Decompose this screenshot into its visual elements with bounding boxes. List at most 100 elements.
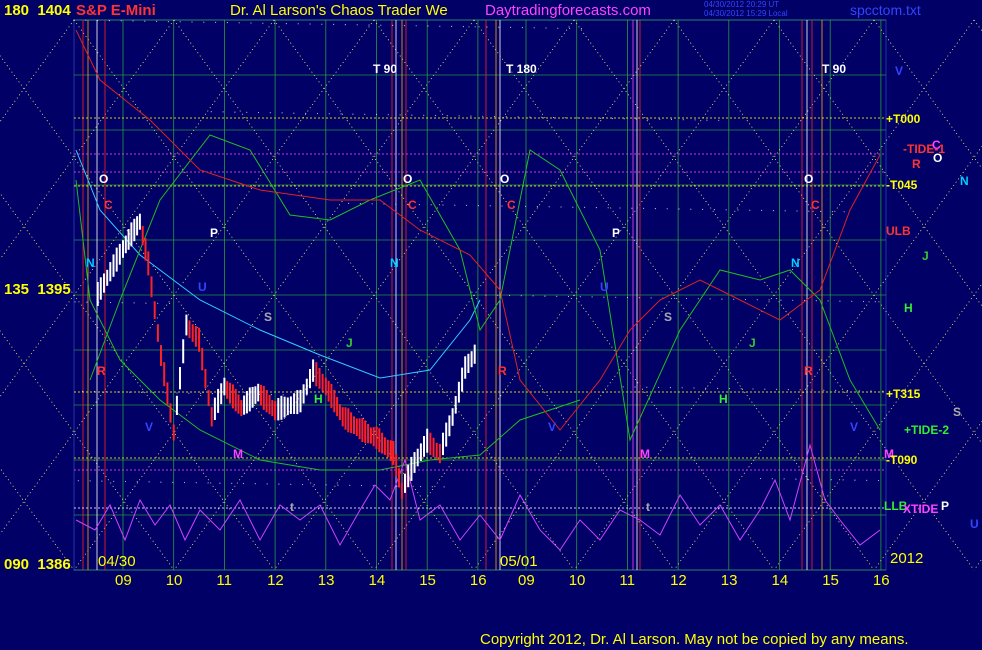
star-dot xyxy=(399,114,401,116)
star-dot xyxy=(843,211,845,213)
star-dot xyxy=(145,302,147,304)
star-dot xyxy=(321,23,323,25)
star-dot xyxy=(313,484,315,486)
star-dot xyxy=(427,25,429,27)
star-dot xyxy=(510,26,512,28)
right-label-s: S xyxy=(953,405,962,419)
star-dot xyxy=(882,390,884,392)
star-dot xyxy=(246,111,248,113)
star-dot xyxy=(183,481,186,484)
star-dot xyxy=(567,295,570,298)
star-dot xyxy=(328,113,330,115)
planet-marker-j: J xyxy=(346,336,353,350)
star-dot xyxy=(607,207,609,209)
star-dot xyxy=(638,297,640,299)
star-dot xyxy=(787,389,790,391)
right-label-p: P xyxy=(941,499,950,513)
star-dot xyxy=(109,301,112,304)
star-dot xyxy=(846,390,849,392)
hour-tick-label: 16 xyxy=(872,572,890,589)
star-dot xyxy=(820,210,822,212)
year-label: 2012 xyxy=(890,550,924,567)
star-dot xyxy=(266,483,268,485)
star-dot xyxy=(108,20,110,22)
star-dot xyxy=(439,25,441,27)
star-dot xyxy=(545,27,547,29)
star-dot xyxy=(517,116,519,118)
star-dot xyxy=(493,115,496,118)
time-local: 04/30/2012 15:29 Local xyxy=(704,9,788,18)
star-dot xyxy=(830,479,832,481)
star-dot xyxy=(740,388,742,390)
star-dot xyxy=(752,388,754,390)
star-dot xyxy=(489,205,491,207)
star-dot xyxy=(569,27,571,29)
hour-tick-label: 15 xyxy=(419,572,436,589)
star-dot xyxy=(533,27,535,29)
star-dot xyxy=(764,388,766,390)
star-dot xyxy=(301,483,304,486)
planet-marker-c: C xyxy=(507,198,516,212)
star-dot xyxy=(659,118,661,120)
star-dot xyxy=(815,300,817,302)
star-dot xyxy=(226,22,228,24)
star-dot xyxy=(200,392,202,394)
site-link[interactable]: Daytradingforecasts.com xyxy=(485,2,651,19)
planet-marker-s: S xyxy=(664,310,673,324)
star-dot xyxy=(113,480,115,482)
transit-marker-2: T 180 xyxy=(506,62,537,76)
star-dot xyxy=(423,114,425,116)
time-ut: 04/30/2012 20:29 UT xyxy=(704,0,780,9)
planet-marker-v: V xyxy=(145,420,154,434)
star-dot xyxy=(278,483,280,485)
star-dot xyxy=(364,113,366,115)
star-dot xyxy=(356,24,358,26)
planet-marker-m: M xyxy=(640,447,650,461)
star-dot xyxy=(195,482,197,484)
planet-marker-o: O xyxy=(804,172,814,186)
star-dot xyxy=(505,116,507,118)
star-dot xyxy=(349,484,351,486)
star-dot xyxy=(262,22,264,24)
star-dot xyxy=(654,208,657,210)
star-dot xyxy=(348,202,350,204)
right-label-ulb: ULB xyxy=(886,224,911,238)
date-label-day2: 05/01 xyxy=(500,553,538,570)
star-dot xyxy=(783,478,785,480)
star-dot xyxy=(658,386,660,388)
star-dot xyxy=(82,390,84,392)
hour-tick-label: 10 xyxy=(165,572,183,589)
star-dot xyxy=(117,391,119,393)
planet-marker-h: H xyxy=(314,392,323,406)
star-dot xyxy=(419,485,422,488)
star-dot xyxy=(792,299,794,301)
star-dot xyxy=(172,481,174,483)
star-dot xyxy=(462,26,464,28)
star-dot xyxy=(293,112,295,114)
right-label-u: U xyxy=(970,517,979,531)
hour-tick-label: 16 xyxy=(469,572,487,589)
star-dot xyxy=(257,111,260,114)
star-dot xyxy=(678,208,680,210)
star-dot xyxy=(737,209,739,211)
star-dot xyxy=(418,204,420,206)
price-label-mid: 1395 xyxy=(37,281,71,298)
star-dot xyxy=(557,27,559,29)
star-dot xyxy=(380,24,382,26)
star-dot xyxy=(520,295,522,297)
star-dot xyxy=(580,28,583,30)
star-dot xyxy=(164,392,166,394)
star-dot xyxy=(97,19,99,21)
star-dot xyxy=(759,477,762,480)
star-dot xyxy=(344,24,346,26)
star-dot xyxy=(706,119,708,121)
planet-marker-n: N xyxy=(86,256,95,270)
planet-marker-m: M xyxy=(233,447,243,461)
star-dot xyxy=(219,482,221,484)
star-dot xyxy=(144,20,146,22)
star-dot xyxy=(619,207,621,209)
star-dot xyxy=(807,478,809,480)
star-dot xyxy=(709,298,711,300)
star-dot xyxy=(337,484,339,486)
star-dot xyxy=(780,299,782,301)
